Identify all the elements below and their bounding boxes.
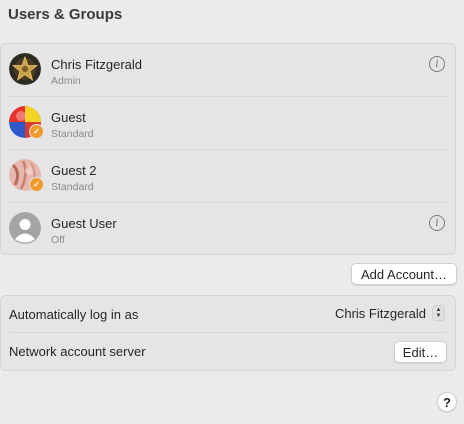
star-avatar xyxy=(9,53,41,85)
managed-badge-icon: ✓ xyxy=(29,124,44,139)
auto-login-value: Chris Fitzgerald xyxy=(334,305,426,321)
login-settings-panel: Automatically log in as Chris Fitzgerald… xyxy=(0,295,456,371)
page-title: Users & Groups xyxy=(8,6,123,23)
info-icon[interactable]: i xyxy=(429,56,445,72)
user-role: Standard xyxy=(51,128,94,140)
user-name: Guest xyxy=(51,110,86,125)
auto-login-label: Automatically log in as xyxy=(9,307,139,322)
user-role: Admin xyxy=(51,75,81,87)
add-account-button[interactable]: Add Account… xyxy=(351,263,457,285)
user-role: Standard xyxy=(51,181,94,193)
edit-button[interactable]: Edit… xyxy=(394,341,447,363)
user-row-chris-fitzgerald[interactable]: Chris Fitzgerald Admin i xyxy=(1,44,455,96)
users-list: Chris Fitzgerald Admin i ✓ Guest Standar… xyxy=(0,43,456,255)
user-name: Guest 2 xyxy=(51,163,97,178)
user-row-guest-user[interactable]: Guest User Off i xyxy=(1,203,455,255)
info-icon[interactable]: i xyxy=(429,215,445,231)
user-role: Off xyxy=(51,234,65,246)
user-row-guest-2[interactable]: ✓ Guest 2 Standard xyxy=(1,150,455,202)
network-server-label: Network account server xyxy=(9,344,146,359)
user-row-guest[interactable]: ✓ Guest Standard xyxy=(1,97,455,149)
user-name: Guest User xyxy=(51,216,117,231)
user-name: Chris Fitzgerald xyxy=(51,57,143,72)
generic-person-avatar xyxy=(9,212,41,244)
auto-login-popup[interactable]: Chris Fitzgerald ▲ ▼ xyxy=(335,305,445,321)
divider xyxy=(9,332,447,333)
managed-badge-icon: ✓ xyxy=(29,177,44,192)
help-button[interactable]: ? xyxy=(437,392,457,412)
chevron-up-down-icon: ▲ ▼ xyxy=(432,305,445,321)
